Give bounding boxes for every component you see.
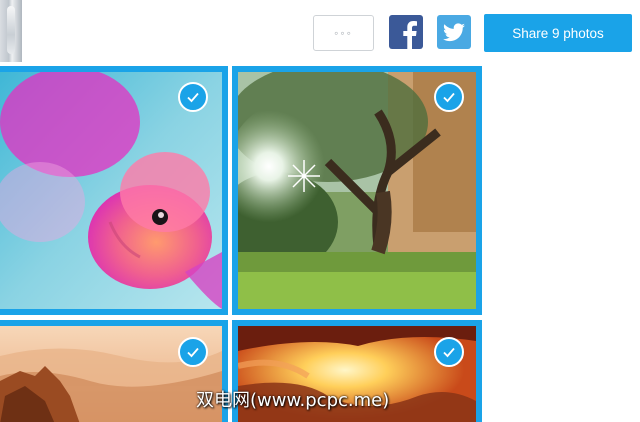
share-toolbar: ◦◦◦ Share 9 photos xyxy=(0,0,640,68)
share-photos-button[interactable]: Share 9 photos xyxy=(484,14,632,52)
photo-share-page: ◦◦◦ Share 9 photos 双电网(www.pcpc.me) xyxy=(0,0,640,422)
photo-selected-check[interactable] xyxy=(178,82,208,112)
checkmark-icon xyxy=(187,92,199,103)
more-options-label: ◦◦◦ xyxy=(334,26,353,40)
photo-tile-canyon[interactable] xyxy=(0,320,228,422)
checkmark-icon xyxy=(443,92,455,103)
twitter-share-button[interactable] xyxy=(437,15,471,49)
photo-selected-check[interactable] xyxy=(434,82,464,112)
twitter-icon xyxy=(437,15,471,49)
more-options-button[interactable]: ◦◦◦ xyxy=(313,15,374,51)
checkmark-icon xyxy=(187,347,199,358)
album-thumbnail[interactable] xyxy=(0,0,22,62)
watermark-text: 双电网(www.pcpc.me) xyxy=(196,390,390,411)
facebook-icon xyxy=(389,15,423,49)
photo-selected-check[interactable] xyxy=(434,337,464,367)
photo-selected-check[interactable] xyxy=(178,337,208,367)
checkmark-icon xyxy=(443,347,455,358)
facebook-share-button[interactable] xyxy=(389,15,423,49)
share-photos-label: Share 9 photos xyxy=(512,25,604,41)
